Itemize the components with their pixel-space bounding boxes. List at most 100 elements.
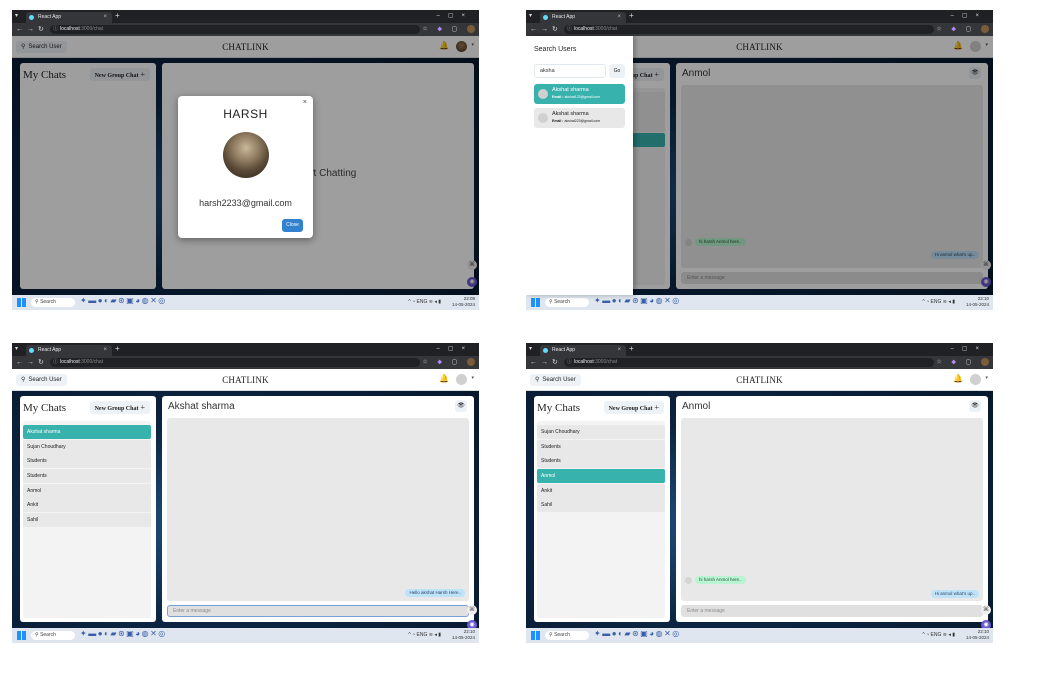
- message-input[interactable]: Enter a message: [167, 605, 469, 617]
- translate-icon[interactable]: ⌘: [981, 605, 991, 615]
- extension-icons[interactable]: ☆ ◆ ▢: [936, 25, 989, 33]
- sender-avatar: [685, 577, 692, 584]
- chat-item-akshat[interactable]: Akshat sharma: [23, 425, 151, 439]
- chevron-down-icon[interactable]: ▾: [985, 42, 988, 48]
- close-tab-icon[interactable]: ×: [103, 345, 107, 356]
- bell-icon[interactable]: 🔔: [439, 374, 449, 383]
- windows-start-icon[interactable]: [17, 631, 26, 640]
- chat-item-anmol[interactable]: Anmol: [23, 483, 151, 498]
- tray-icons[interactable]: ^ ◔ ENG ≋ ◂ ▮: [408, 632, 441, 638]
- close-tab-icon[interactable]: ×: [103, 12, 107, 23]
- chat-item-sahil[interactable]: Sahil: [537, 498, 665, 513]
- message-input[interactable]: Enter a message: [681, 605, 983, 617]
- chat-item-students[interactable]: Students: [537, 454, 665, 469]
- translate-icon[interactable]: ⌘: [467, 605, 477, 615]
- taskbar-search[interactable]: ⚲ Search: [31, 298, 75, 307]
- go-button[interactable]: Go: [609, 64, 625, 78]
- close-tab-icon[interactable]: ×: [617, 12, 621, 23]
- new-tab-icon[interactable]: +: [115, 344, 120, 353]
- chevron-down-icon[interactable]: ▾: [471, 42, 474, 48]
- chat-item-sahil[interactable]: Sahil: [23, 513, 151, 528]
- window-controls[interactable]: –▢×: [950, 12, 987, 19]
- browser-tab[interactable]: React App ×: [26, 345, 112, 356]
- chevron-down-icon[interactable]: ▾: [471, 375, 474, 381]
- chat-item-students[interactable]: Students: [23, 469, 151, 484]
- tray-icons[interactable]: ^ ◔ ENG ≋ ◂ ▮: [922, 299, 955, 305]
- new-tab-icon[interactable]: +: [629, 344, 634, 353]
- clock[interactable]: 22:10 14-05-2024: [966, 296, 989, 308]
- browser-tab[interactable]: React App ×: [540, 345, 626, 356]
- browser-tab[interactable]: React App ×: [26, 12, 112, 23]
- new-group-chat-button[interactable]: New Group Chat+: [89, 401, 150, 414]
- nav-buttons[interactable]: ←→↻: [16, 25, 48, 33]
- copilot-icon[interactable]: ◉: [467, 277, 477, 287]
- close-icon[interactable]: ×: [303, 99, 307, 106]
- chat-item-ankit[interactable]: Ankit: [23, 498, 151, 513]
- bell-icon[interactable]: 🔔: [953, 41, 963, 50]
- window-controls[interactable]: –▢×: [436, 12, 473, 19]
- new-tab-icon[interactable]: +: [115, 11, 120, 20]
- chat-item-anmol[interactable]: Anmol: [537, 469, 665, 484]
- chat-item-students[interactable]: Students: [23, 454, 151, 469]
- eye-icon[interactable]: 👁: [969, 67, 981, 79]
- user-avatar[interactable]: [970, 41, 981, 52]
- tab-menu-icon[interactable]: ▾: [529, 12, 532, 19]
- search-result[interactable]: Akshat sharma Email : akshat223@gmail.co…: [534, 108, 625, 128]
- clock[interactable]: 22:10 14-05-2024: [966, 629, 989, 641]
- tab-menu-icon[interactable]: ▾: [529, 345, 532, 352]
- tray-icons[interactable]: ^ ◔ ENG ≋ ◂ ▮: [408, 299, 441, 305]
- tab-menu-icon[interactable]: ▾: [15, 345, 18, 352]
- chat-item-ankit[interactable]: Ankit: [537, 483, 665, 498]
- new-group-chat-button[interactable]: New Group Chat+: [603, 401, 664, 414]
- close-tab-icon[interactable]: ×: [617, 345, 621, 356]
- search-result[interactable]: Akshat sharma Email : akshat123@gmail.co…: [534, 84, 625, 104]
- taskbar-app-icons[interactable]: ✦▬●◐▰⊛▣◕◍✕◎: [80, 629, 167, 638]
- url-field[interactable]: ⓘ localhost:3000/chat: [50, 25, 420, 34]
- chat-item-sujan[interactable]: Sujan Choudhary: [537, 425, 665, 439]
- chat-item-students[interactable]: Students: [537, 439, 665, 454]
- windows-start-icon[interactable]: [531, 298, 540, 307]
- chevron-down-icon[interactable]: ▾: [985, 375, 988, 381]
- new-tab-icon[interactable]: +: [629, 11, 634, 20]
- chat-item-sujan[interactable]: Sujan Choudhary: [23, 439, 151, 454]
- taskbar-search[interactable]: ⚲ Search: [545, 298, 589, 307]
- eye-icon[interactable]: 👁: [969, 400, 981, 412]
- browser-tab[interactable]: React App ×: [540, 12, 626, 23]
- window-controls[interactable]: –▢×: [950, 345, 987, 352]
- user-avatar[interactable]: [456, 41, 467, 52]
- taskbar-search[interactable]: ⚲ Search: [545, 631, 589, 640]
- chat-box: Anmol 👁 hi harsh Anmol here.. Hi anmol w…: [676, 396, 988, 622]
- window-controls[interactable]: –▢×: [436, 345, 473, 352]
- clock[interactable]: 22:10 14-05-2024: [452, 629, 475, 641]
- bell-icon[interactable]: 🔔: [439, 41, 449, 50]
- clock[interactable]: 22:09 14-05-2024: [452, 296, 475, 308]
- modal-close-button[interactable]: Close: [282, 219, 303, 232]
- extension-icons[interactable]: ☆ ◆ ▢: [422, 358, 475, 366]
- copilot-icon[interactable]: ◉: [981, 277, 991, 287]
- nav-buttons[interactable]: ←→↻: [530, 25, 562, 33]
- taskbar-app-icons[interactable]: ✦▬●◐▰⊛▣◕◍✕◎: [594, 296, 681, 305]
- url-field[interactable]: ⓘ localhost:3000/chat: [564, 25, 934, 34]
- tab-menu-icon[interactable]: ▾: [15, 12, 18, 19]
- taskbar-app-icons[interactable]: ✦▬●◐▰⊛▣◕◍✕◎: [594, 629, 681, 638]
- windows-start-icon[interactable]: [17, 298, 26, 307]
- eye-icon[interactable]: 👁: [455, 400, 467, 412]
- taskbar-search[interactable]: ⚲ Search: [31, 631, 75, 640]
- translate-icon[interactable]: ⌘: [467, 260, 477, 270]
- message-input[interactable]: Enter a message: [681, 272, 983, 284]
- tray-icons[interactable]: ^ ◔ ENG ≋ ◂ ▮: [922, 632, 955, 638]
- windows-start-icon[interactable]: [531, 631, 540, 640]
- nav-buttons[interactable]: ←→↻: [16, 358, 48, 366]
- url-field[interactable]: ⓘ localhost:3000/chat: [564, 358, 934, 367]
- extension-icons[interactable]: ☆ ◆ ▢: [422, 25, 475, 33]
- user-avatar[interactable]: [456, 374, 467, 385]
- new-group-chat-button[interactable]: New Group Chat+: [89, 68, 150, 81]
- bell-icon[interactable]: 🔔: [953, 374, 963, 383]
- url-field[interactable]: ⓘ localhost:3000/chat: [50, 358, 420, 367]
- user-avatar[interactable]: [970, 374, 981, 385]
- nav-buttons[interactable]: ←→↻: [530, 358, 562, 366]
- taskbar-app-icons[interactable]: ✦▬●◐▰⊛▣◕◍✕◎: [80, 296, 167, 305]
- extension-icons[interactable]: ☆ ◆ ▢: [936, 358, 989, 366]
- translate-icon[interactable]: ⌘: [981, 260, 991, 270]
- search-input[interactable]: aksha: [534, 64, 606, 78]
